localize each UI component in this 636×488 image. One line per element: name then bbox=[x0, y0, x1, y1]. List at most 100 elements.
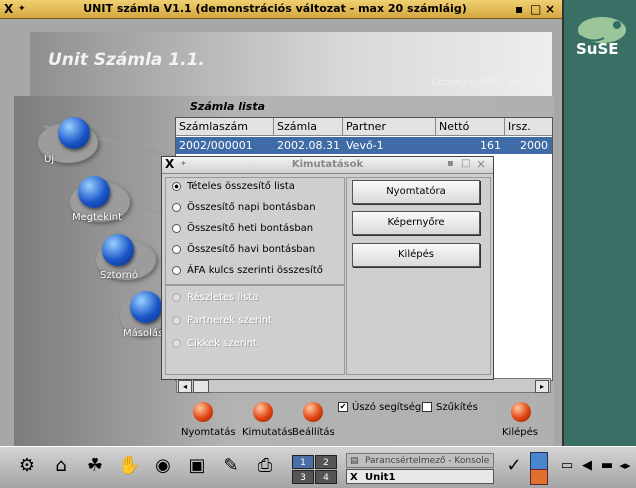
konsole-task-icon: ▤ bbox=[350, 456, 359, 466]
print-button[interactable]: Nyomtatóra bbox=[352, 180, 480, 204]
radio-icon[interactable] bbox=[172, 181, 181, 191]
maximize-icon[interactable]: □ bbox=[530, 2, 541, 16]
column-header[interactable]: Partner bbox=[343, 118, 436, 136]
print-label: Nyomtatás bbox=[181, 427, 236, 438]
reports-label: Kimutatás bbox=[242, 427, 293, 438]
column-header[interactable]: Nettó bbox=[436, 118, 505, 136]
clipboard-icon[interactable]: ✓ bbox=[503, 455, 525, 477]
option-monthly[interactable]: Összesítő havi bontásban bbox=[172, 244, 315, 255]
narrowing-checkbox[interactable]: Szűkítés bbox=[422, 402, 478, 413]
home-folder-icon[interactable]: ⌂ bbox=[50, 455, 72, 477]
task-label: Parancsértelmező - Konsole bbox=[365, 456, 490, 466]
close-icon[interactable]: × bbox=[545, 2, 555, 16]
keyboard-icon[interactable] bbox=[530, 469, 548, 485]
option-label: ÁFA kulcs szerinti összesítő bbox=[187, 265, 323, 276]
notes-icon[interactable]: ▭ bbox=[556, 455, 578, 477]
taskbar-scroll-icon[interactable]: ◂▸ bbox=[616, 455, 634, 477]
window-titlebar[interactable]: X ✦ UNIT számla V1.1 (demonstrációs vált… bbox=[0, 0, 562, 19]
view-invoice-label: Megtekint bbox=[72, 212, 123, 223]
editor-icon[interactable]: ✎ bbox=[220, 455, 242, 477]
exit-label: Kilépés bbox=[502, 427, 538, 438]
option-daily[interactable]: Összesítő napi bontásban bbox=[172, 202, 316, 213]
display-icon[interactable]: ▬ bbox=[596, 455, 618, 477]
table-cell: Vevő-1 bbox=[346, 139, 384, 152]
konsole-icon[interactable]: ▣ bbox=[186, 455, 208, 477]
option-label: Részletes lista bbox=[187, 292, 259, 303]
new-invoice-label: Új bbox=[44, 154, 55, 165]
table-row[interactable]: 2002/000001 2002.08.31 Vevő-1 161 579,00… bbox=[176, 137, 552, 169]
network-icon[interactable] bbox=[530, 452, 548, 470]
scroll-thumb[interactable] bbox=[193, 380, 209, 393]
cancel-invoice-label: Sztornó bbox=[100, 270, 139, 281]
option-label: Tételes összesítő lista bbox=[187, 181, 295, 192]
desktop-1-button[interactable]: 1 bbox=[292, 455, 314, 469]
pin-icon[interactable]: ✦ bbox=[18, 4, 26, 14]
new-invoice-button[interactable] bbox=[58, 117, 90, 149]
desktop-3-button[interactable]: 3 bbox=[292, 470, 314, 484]
maximize-icon[interactable]: □ bbox=[461, 158, 470, 169]
option-by-partner[interactable]: Partnerek szerint bbox=[172, 315, 272, 326]
radio-icon[interactable] bbox=[172, 223, 181, 233]
task-konsole[interactable]: ▤ Parancsértelmező - Konsole bbox=[346, 453, 494, 468]
control-center-icon[interactable]: ✋ bbox=[118, 455, 140, 477]
column-header[interactable]: Számlaszám bbox=[176, 118, 274, 136]
view-invoice-button[interactable] bbox=[78, 176, 110, 208]
checkbox-label: Szűkítés bbox=[436, 402, 478, 413]
table-cell: 2002.08.31 bbox=[277, 139, 340, 152]
window-menu-icon[interactable]: X bbox=[4, 2, 13, 16]
suse-icon[interactable]: ☘ bbox=[84, 455, 106, 477]
task-unit1[interactable]: X Unit1 bbox=[346, 469, 494, 484]
dialog-titlebar[interactable]: X ✦ Kimutatások ▪ □ × bbox=[162, 157, 493, 174]
option-label: Összesítő heti bontásban bbox=[187, 223, 314, 234]
exit-round-button[interactable] bbox=[511, 402, 531, 422]
option-detailed[interactable]: Részletes lista bbox=[172, 292, 258, 303]
dialog-title: Kimutatások bbox=[291, 159, 364, 170]
option-label: Összesítő havi bontásban bbox=[187, 244, 316, 255]
x-task-icon: X bbox=[350, 472, 358, 483]
option-vat[interactable]: ÁFA kulcs szerinti összesítő bbox=[172, 265, 323, 276]
option-weekly[interactable]: Összesítő heti bontásban bbox=[172, 223, 313, 234]
settings-label: Beállítás bbox=[292, 427, 335, 438]
desktop-4-button[interactable]: 4 bbox=[315, 470, 337, 484]
desktop-2-button[interactable]: 2 bbox=[315, 455, 337, 469]
radio-icon[interactable] bbox=[172, 202, 181, 212]
option-by-item[interactable]: Cikkek szerint bbox=[172, 338, 257, 349]
radio-icon[interactable] bbox=[172, 244, 181, 254]
option-label: Cikkek szerint bbox=[187, 338, 257, 349]
option-label: Partnerek szerint bbox=[187, 315, 273, 326]
speaker-icon[interactable]: ◀ bbox=[576, 455, 598, 477]
close-icon[interactable]: × bbox=[476, 157, 486, 171]
cancel-invoice-button[interactable] bbox=[102, 234, 134, 266]
dialog-exit-button[interactable]: Kilépés bbox=[352, 243, 480, 267]
kde-menu-icon[interactable]: ⚙ bbox=[16, 455, 38, 477]
table-cell: 2000 bbox=[520, 139, 548, 152]
print-round-button[interactable] bbox=[193, 402, 213, 422]
settings-round-button[interactable] bbox=[303, 402, 323, 422]
screen-button[interactable]: Képernyőre bbox=[352, 211, 480, 235]
reports-dialog: X ✦ Kimutatások ▪ □ × Tételes összesítő … bbox=[161, 156, 494, 380]
column-header[interactable]: Számla kelte bbox=[274, 118, 343, 151]
column-header[interactable]: Irsz. bbox=[505, 118, 552, 136]
list-title: Számla lista bbox=[190, 100, 266, 113]
radio-icon[interactable] bbox=[172, 292, 181, 302]
checkbox-icon[interactable]: ✔ bbox=[338, 402, 348, 412]
radio-icon[interactable] bbox=[172, 265, 181, 275]
reports-round-button[interactable] bbox=[253, 402, 273, 422]
copy-invoice-button[interactable] bbox=[130, 291, 162, 323]
checkbox-icon[interactable] bbox=[422, 402, 432, 412]
actions-panel bbox=[346, 177, 491, 375]
minimize-icon[interactable]: ▪ bbox=[515, 2, 523, 16]
horizontal-scrollbar[interactable]: ◂ ▸ bbox=[176, 378, 551, 393]
scroll-right-icon[interactable]: ▸ bbox=[535, 380, 549, 393]
option-itemized[interactable]: Tételes összesítő lista bbox=[172, 181, 295, 192]
floating-help-checkbox[interactable]: ✔ Úszó segítség bbox=[338, 402, 421, 413]
printer-icon[interactable]: ⎙ bbox=[254, 455, 276, 477]
radio-icon[interactable] bbox=[172, 315, 181, 325]
help-icon[interactable]: ◉ bbox=[152, 455, 174, 477]
suse-logo-text: SuSE bbox=[576, 40, 619, 58]
scroll-left-icon[interactable]: ◂ bbox=[178, 380, 192, 393]
minimize-icon[interactable]: ▪ bbox=[447, 158, 454, 169]
desktop-background bbox=[564, 0, 636, 446]
copy-invoice-label: Másolás bbox=[123, 328, 164, 339]
radio-icon[interactable] bbox=[172, 338, 181, 348]
